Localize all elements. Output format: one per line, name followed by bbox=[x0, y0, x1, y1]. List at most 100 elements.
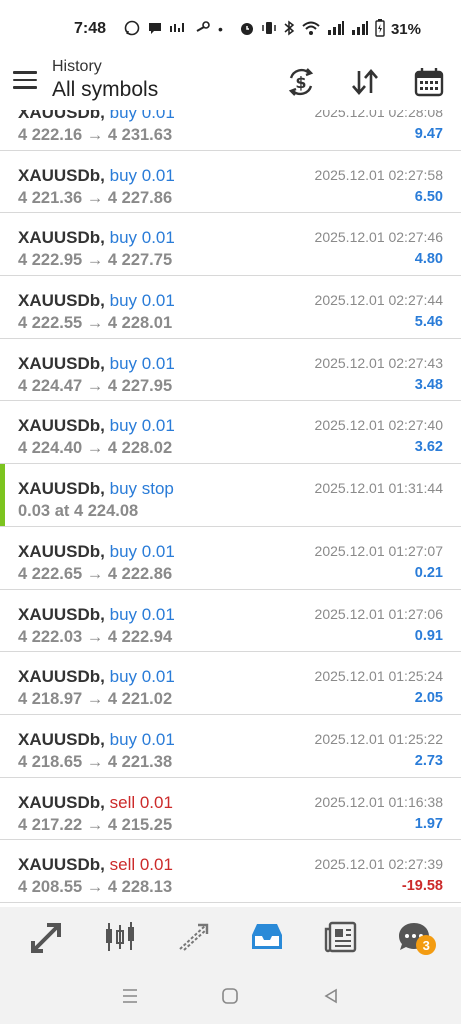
row-symbol: XAUUSDb bbox=[18, 110, 101, 122]
row-symbol: XAUUSDb bbox=[18, 228, 101, 248]
deal-row[interactable]: XAUUSDb, buy 0.01 4 222.65 → 4 222.86 2025… bbox=[0, 527, 461, 590]
nav-quotes[interactable] bbox=[23, 913, 71, 961]
nav-chat[interactable]: 3 bbox=[390, 913, 438, 961]
row-title: XAUUSDb, buy 0.01 bbox=[18, 604, 175, 626]
row-separator: , bbox=[100, 729, 110, 749]
row-symbol: XAUUSDb bbox=[18, 667, 101, 687]
deal-row[interactable]: XAUUSDb, buy 0.01 4 221.36 → 4 227.86 2025… bbox=[0, 151, 461, 214]
row-prices: 4 222.16 → 4 231.63 bbox=[18, 126, 173, 144]
alarm-icon bbox=[239, 20, 255, 39]
candlestick-icon bbox=[106, 922, 135, 951]
bluetooth-icon bbox=[283, 20, 295, 39]
row-symbol: XAUUSDb bbox=[18, 855, 101, 875]
trade-icon bbox=[179, 923, 208, 951]
back-button[interactable] bbox=[316, 981, 346, 1011]
calendar-icon bbox=[414, 68, 444, 97]
row-time: 2025.12.01 02:27:39 bbox=[314, 856, 443, 873]
system-nav-bar bbox=[0, 967, 461, 1024]
bottom-nav: 3 bbox=[0, 907, 461, 967]
row-separator: , bbox=[100, 291, 110, 311]
page-title[interactable]: All symbols bbox=[52, 76, 158, 104]
row-time: 2025.12.01 01:16:38 bbox=[314, 793, 443, 810]
home-button[interactable] bbox=[215, 981, 245, 1011]
row-profit: 0.21 bbox=[414, 564, 443, 581]
row-title: XAUUSDb, buy stop bbox=[18, 478, 174, 500]
header-titles: History All symbols bbox=[52, 58, 158, 104]
row-title: XAUUSDb, buy 0.01 bbox=[18, 353, 175, 375]
nav-history[interactable] bbox=[243, 913, 291, 961]
menu-icon[interactable] bbox=[13, 71, 37, 89]
row-symbol: XAUUSDb bbox=[18, 416, 101, 436]
history-list[interactable]: XAUUSDb, buy 0.01 4 222.16 → 4 231.63 2025… bbox=[0, 110, 461, 907]
row-title: XAUUSDb, buy 0.01 bbox=[18, 290, 175, 312]
sort-button[interactable] bbox=[347, 64, 383, 100]
row-action: buy 0.01 bbox=[109, 110, 175, 122]
calendar-button[interactable] bbox=[411, 64, 447, 100]
row-prices: 4 221.36 → 4 227.86 bbox=[18, 188, 173, 207]
deal-row[interactable]: XAUUSDb, buy 0.01 4 224.47 → 4 227.95 2025… bbox=[0, 339, 461, 402]
row-symbol: XAUUSDb bbox=[18, 604, 101, 624]
nav-trade[interactable] bbox=[170, 913, 218, 961]
row-separator: , bbox=[100, 110, 110, 122]
nav-news[interactable] bbox=[317, 913, 365, 961]
cell-signal-2-icon bbox=[351, 20, 369, 39]
row-separator: , bbox=[100, 604, 110, 624]
row-time: 2025.12.01 01:31:44 bbox=[314, 480, 443, 497]
row-time: 2025.12.01 01:25:24 bbox=[314, 668, 443, 685]
deal-row[interactable]: XAUUSDb, buy 0.01 4 218.97 → 4 221.02 2025… bbox=[0, 652, 461, 715]
row-prices: 4 224.40 → 4 228.02 bbox=[18, 439, 173, 458]
recent-apps-button[interactable] bbox=[115, 981, 145, 1011]
row-profit: 3.62 bbox=[414, 439, 443, 456]
notification-icons: • bbox=[124, 20, 223, 39]
row-prices: 4 222.55 → 4 228.01 bbox=[18, 314, 173, 333]
deal-row[interactable]: XAUUSDb, buy 0.01 4 222.16 → 4 231.63 2025… bbox=[0, 110, 461, 151]
row-title: XAUUSDb, sell 0.01 bbox=[18, 854, 173, 876]
row-profit: 2.05 bbox=[414, 690, 443, 707]
row-action: sell 0.01 bbox=[109, 855, 173, 875]
row-profit: -19.58 bbox=[401, 878, 443, 895]
deal-row[interactable]: XAUUSDb, sell 0.01 4 208.55 → 4 228.13 202… bbox=[0, 840, 461, 903]
deal-row[interactable]: XAUUSDb, buy 0.01 4 222.55 → 4 228.01 2025… bbox=[0, 276, 461, 339]
steam-icon bbox=[195, 20, 211, 39]
row-separator: , bbox=[100, 228, 110, 248]
currency-filter-button[interactable]: $ bbox=[283, 64, 319, 100]
history-list-inner: XAUUSDb, buy 0.01 4 222.16 → 4 231.63 2025… bbox=[0, 110, 461, 903]
row-prices: 4 217.22 → 4 215.25 bbox=[18, 815, 173, 834]
pending-order-row[interactable]: XAUUSDb, buy stop 0.03 at 4 224.08 2025.12… bbox=[0, 464, 461, 527]
deal-row[interactable]: XAUUSDb, buy 0.01 4 222.03 → 4 222.94 2025… bbox=[0, 590, 461, 653]
cell-signal-icon bbox=[327, 20, 345, 39]
row-prices: 4 218.97 → 4 221.02 bbox=[18, 690, 173, 709]
dollar-refresh-icon: $ bbox=[288, 68, 314, 96]
status-bar: 7:48 • 31% bbox=[0, 0, 461, 58]
row-time: 2025.12.01 01:27:06 bbox=[314, 605, 443, 622]
news-icon bbox=[324, 921, 356, 953]
row-action: buy 0.01 bbox=[109, 729, 175, 749]
row-title: XAUUSDb, buy 0.01 bbox=[18, 227, 175, 249]
row-action: buy 0.01 bbox=[109, 667, 175, 687]
home-icon bbox=[222, 987, 239, 1004]
row-symbol: XAUUSDb bbox=[18, 729, 101, 749]
row-time: 2025.12.01 01:25:22 bbox=[314, 730, 443, 747]
deal-row[interactable]: XAUUSDb, buy 0.01 4 218.65 → 4 221.38 2025… bbox=[0, 715, 461, 778]
nav-chart[interactable] bbox=[96, 913, 144, 961]
row-separator: , bbox=[100, 792, 110, 812]
row-profit: 4.80 bbox=[414, 251, 443, 268]
deal-row[interactable]: XAUUSDb, buy 0.01 4 224.40 → 4 228.02 2025… bbox=[0, 401, 461, 465]
recent-apps-icon bbox=[123, 988, 138, 1003]
row-separator: , bbox=[100, 165, 110, 185]
row-separator: , bbox=[100, 479, 110, 499]
signal-app-icon bbox=[170, 20, 188, 39]
row-title: XAUUSDb, sell 0.01 bbox=[18, 792, 173, 814]
row-separator: , bbox=[100, 855, 110, 875]
row-time: 2025.12.01 02:28:08 bbox=[314, 110, 443, 120]
row-action: buy 0.01 bbox=[109, 541, 175, 561]
row-action: buy 0.01 bbox=[109, 228, 175, 248]
deal-row[interactable]: XAUUSDb, buy 0.01 4 222.95 → 4 227.75 2025… bbox=[0, 213, 461, 277]
row-symbol: XAUUSDb bbox=[18, 479, 101, 499]
row-title: XAUUSDb, buy 0.01 bbox=[18, 729, 175, 751]
row-profit: 5.46 bbox=[414, 314, 443, 331]
status-time: 7:48 bbox=[74, 20, 107, 37]
wifi-icon bbox=[301, 20, 321, 39]
row-prices: 4 218.65 → 4 221.38 bbox=[18, 752, 173, 771]
deal-row[interactable]: XAUUSDb, sell 0.01 4 217.22 → 4 215.25 202… bbox=[0, 778, 461, 841]
